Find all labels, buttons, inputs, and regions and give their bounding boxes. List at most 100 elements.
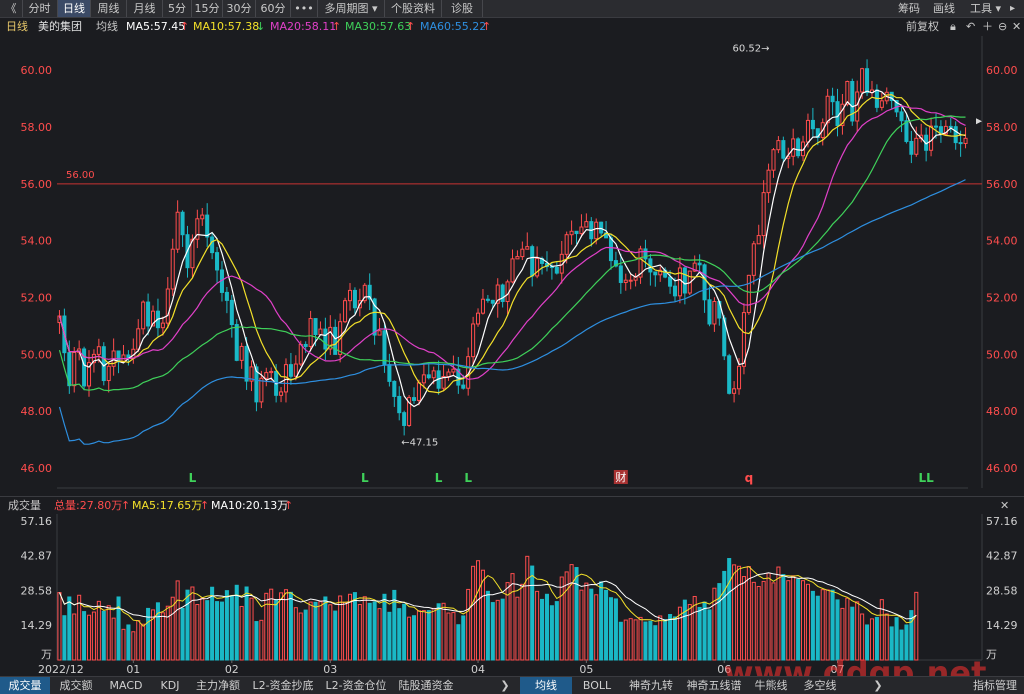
tools-menu[interactable]: 工具 ▾ (970, 0, 1001, 17)
zoom-out-icon[interactable]: ⊖ (998, 18, 1007, 35)
overlay-tab-2[interactable]: 神奇九转 (622, 677, 680, 694)
tabs-next-icon[interactable]: ❯ (495, 677, 515, 694)
volume-bar (96, 600, 101, 661)
volume-bar (840, 607, 845, 661)
candle-body (490, 299, 495, 304)
volume-bar (86, 614, 92, 661)
volume-bar (141, 623, 146, 661)
candle-body (608, 237, 614, 262)
indicator-tab-4[interactable]: 主力净额 (190, 677, 246, 694)
volume-bar (451, 612, 456, 661)
volume-bar (377, 608, 382, 661)
indicator-tab-6[interactable]: L2-资金仓位 (320, 677, 392, 694)
indicator-manage-button[interactable]: 指标管理 (966, 677, 1024, 694)
period-tab-6[interactable]: 30分 (223, 0, 256, 17)
overlay-tab-5[interactable]: 多空线 (795, 677, 845, 694)
indicator-tab-0[interactable]: 成交量 (0, 677, 50, 694)
period-tab-4[interactable]: 5分 (163, 0, 192, 17)
ma5-line (58, 89, 966, 408)
candle (411, 387, 417, 404)
undo-icon[interactable]: ↶ (966, 18, 975, 35)
candle (72, 346, 77, 393)
volume-tick-right: 万 (986, 648, 997, 661)
period-tab-9[interactable]: 多周期图 ▾ (318, 0, 385, 17)
indicator-tab-5[interactable]: L2-资金抄底 (247, 677, 319, 694)
period-label: 日线 (6, 20, 28, 33)
extreme-annotation: ←47.15 (401, 437, 438, 448)
period-tab-1[interactable]: 日线 (58, 0, 91, 17)
candle (229, 294, 234, 338)
volume-bar (185, 589, 190, 661)
x-tick-label: 05 (579, 663, 593, 676)
back-button[interactable]: 《 (0, 0, 23, 17)
candle-body (259, 377, 264, 403)
volume-bar (830, 589, 835, 661)
settings-icon[interactable]: ▸ (1010, 0, 1015, 17)
indicator-tab-7[interactable]: 陆股通资金 (393, 677, 459, 694)
candle-body (520, 248, 525, 258)
volume-bar (343, 601, 348, 661)
volume-bar (72, 613, 77, 661)
volume-bar (239, 605, 244, 661)
candle-body (825, 95, 830, 124)
indicator-tab-3[interactable]: KDJ (151, 677, 189, 694)
volume-bar (313, 601, 318, 661)
volume-bar (357, 604, 362, 661)
indicator-tab-2[interactable]: MACD (102, 677, 150, 694)
zoom-in-icon[interactable]: ＋ (982, 18, 993, 35)
candle (362, 283, 367, 304)
price-tick-right: 50.00 (986, 348, 1018, 361)
volume-bar (431, 607, 436, 661)
period-tab-2[interactable]: 周线 (91, 0, 127, 17)
candle-body (160, 322, 165, 329)
period-tab-11[interactable]: 诊股 (442, 0, 483, 17)
candle (855, 80, 860, 133)
adjust-mode[interactable]: 前复权 (906, 18, 939, 35)
volume-close-icon[interactable]: ✕ (1000, 497, 1009, 514)
overlay-tab-0[interactable]: 均线 (520, 677, 572, 694)
top-toolbar: 《 分时 日线 周线 月线 5分 15分 30分 60分 ••• 多周期图 ▾ 个股资料 诊股 筹码 … (0, 0, 1024, 18)
candle-body (480, 298, 485, 314)
lock-icon[interactable]: 🔒︎ (950, 18, 956, 35)
volume-bar (495, 599, 500, 661)
overlay-tab-4[interactable]: 牛熊线 (748, 677, 794, 694)
candle (628, 273, 633, 290)
price-tick-left: 56.00 (21, 178, 53, 191)
period-tab-10[interactable]: 个股资料 (385, 0, 442, 17)
candle (234, 319, 239, 362)
period-tab-3[interactable]: 月线 (127, 0, 163, 17)
overlay-tab-3[interactable]: 神奇五线谱 (681, 677, 747, 694)
candle (702, 263, 707, 313)
period-tab-8[interactable]: ••• (291, 0, 318, 17)
candle-body (732, 388, 737, 394)
volume-bar (663, 619, 668, 661)
indicator-tab-1[interactable]: 成交额 (51, 677, 101, 694)
candle (796, 137, 801, 159)
volume-bar (589, 588, 594, 661)
volume-label[interactable]: 成交量 (8, 497, 41, 514)
volume-bar (264, 592, 269, 661)
volume-bar (633, 619, 638, 661)
period-tab-0[interactable]: 分时 (22, 0, 58, 17)
chips-button[interactable]: 筹码 (898, 0, 920, 17)
candle (830, 87, 835, 116)
volume-bar (613, 598, 618, 661)
overlay-tab-1[interactable]: BOLL (573, 677, 621, 694)
candle (352, 287, 357, 314)
tabs2-next-icon[interactable]: ❯ (868, 677, 888, 694)
period-tab-7[interactable]: 60分 (256, 0, 291, 17)
price-chart[interactable]: 60.00 58.00 56.00 54.00 52.00 50.00 48.00 46.00… (0, 36, 1024, 496)
volume-chart[interactable]: 57.16 42.87 28.58 14.29 万 57.16 42.87 28.58 14.… (0, 514, 1024, 676)
candle (623, 273, 628, 291)
candle (141, 300, 146, 335)
volume-bar (490, 602, 495, 661)
draw-line-button[interactable]: 画线 (933, 0, 955, 17)
volume-bar (456, 624, 461, 661)
line-type[interactable]: 均线 (96, 18, 118, 35)
close-icon[interactable]: ✕ (1012, 18, 1021, 35)
candle (170, 238, 175, 297)
candle (426, 363, 431, 380)
candle (485, 294, 490, 303)
candle-body (298, 343, 303, 365)
period-tab-5[interactable]: 15分 (192, 0, 223, 17)
